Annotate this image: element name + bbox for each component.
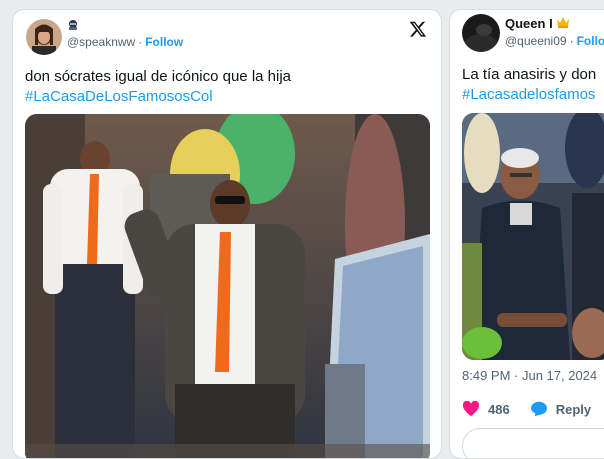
x-logo-icon[interactable]	[409, 20, 427, 38]
reply-label[interactable]: Reply	[556, 402, 591, 417]
follow-button[interactable]: Follo	[577, 34, 604, 48]
tweet-text: La tía anasiris y don #Lacasadelosfamos	[462, 65, 596, 105]
tweet-timestamp[interactable]: 8:49 PM · Jun 17, 2024	[462, 368, 597, 383]
hashtag-link[interactable]: #Lacasadelosfamos	[462, 85, 596, 105]
tweet-text-line: don sócrates igual de icónico que la hij…	[25, 68, 292, 85]
crown-emoji-icon	[556, 16, 570, 31]
tweet-header: Queen I @queeni09 · Follo	[462, 14, 604, 52]
tweet-image[interactable]	[462, 113, 604, 360]
follow-button[interactable]: Follow	[145, 35, 183, 49]
tweet-card-left: @speaknww · Follow don sócrates igual de i…	[12, 9, 442, 459]
separator-dot: ·	[138, 35, 143, 49]
separator-dot: ·	[569, 34, 574, 48]
tweet-text-line: La tía anasiris y don	[462, 66, 597, 83]
heart-icon[interactable]	[462, 401, 480, 417]
tweet-card-right: Queen I @queeni09 · Follo La tía anasiris …	[449, 9, 604, 459]
user-handle[interactable]: @speaknww	[67, 35, 135, 49]
like-count: 486	[488, 401, 510, 417]
tweet-video[interactable]	[25, 114, 430, 458]
reply-icon[interactable]	[530, 401, 548, 417]
tweet-text: don sócrates igual de icónico que la hij…	[25, 67, 291, 107]
avatar[interactable]	[462, 14, 500, 52]
hashtag-link[interactable]: #LaCasaDeLosFamososCol	[25, 87, 291, 107]
verified-emoji-icon	[67, 19, 79, 34]
display-name[interactable]: Queen I	[505, 16, 553, 31]
tweet-header: @speaknww · Follow	[26, 19, 183, 55]
avatar[interactable]	[26, 19, 62, 55]
read-replies-button[interactable]	[462, 428, 604, 458]
user-handle[interactable]: @queeni09	[505, 34, 567, 48]
tweet-actions: 486 Reply	[462, 401, 591, 417]
